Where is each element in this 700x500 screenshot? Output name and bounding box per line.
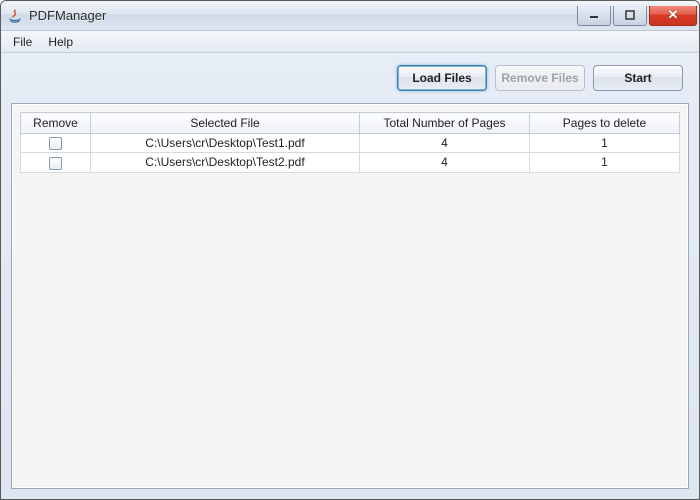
table-row[interactable]: C:\Users\cr\Desktop\Test2.pdf 4 1	[21, 153, 680, 172]
cell-remove[interactable]	[21, 134, 91, 153]
minimize-icon	[589, 10, 599, 20]
remove-checkbox[interactable]	[49, 157, 62, 170]
close-button[interactable]: ✕	[649, 6, 697, 26]
col-header-selected-file[interactable]: Selected File	[91, 113, 360, 134]
java-app-icon	[7, 8, 23, 24]
cell-file[interactable]: C:\Users\cr\Desktop\Test1.pdf	[91, 134, 360, 153]
col-header-pages-to-delete[interactable]: Pages to delete	[530, 113, 680, 134]
maximize-icon	[625, 10, 635, 20]
maximize-button[interactable]	[613, 6, 647, 26]
table-row[interactable]: C:\Users\cr\Desktop\Test1.pdf 4 1	[21, 134, 680, 153]
toolbar: Load Files Remove Files Start	[11, 61, 689, 103]
col-header-remove[interactable]: Remove	[21, 113, 91, 134]
app-window: PDFManager ✕ File Help Load Files Remove…	[0, 0, 700, 500]
menubar: File Help	[1, 31, 699, 53]
titlebar[interactable]: PDFManager ✕	[1, 1, 699, 31]
load-files-button[interactable]: Load Files	[397, 65, 487, 91]
menu-help[interactable]: Help	[40, 33, 81, 51]
col-header-total-pages[interactable]: Total Number of Pages	[360, 113, 530, 134]
table-empty-area	[20, 173, 680, 480]
close-icon: ✕	[668, 7, 679, 23]
remove-checkbox[interactable]	[49, 137, 62, 150]
window-controls: ✕	[577, 6, 697, 26]
cell-remove[interactable]	[21, 153, 91, 172]
minimize-button[interactable]	[577, 6, 611, 26]
files-table: Remove Selected File Total Number of Pag…	[20, 112, 680, 173]
window-title: PDFManager	[29, 8, 577, 23]
remove-files-button[interactable]: Remove Files	[495, 65, 585, 91]
start-button[interactable]: Start	[593, 65, 683, 91]
menu-file[interactable]: File	[5, 33, 40, 51]
cell-file[interactable]: C:\Users\cr\Desktop\Test2.pdf	[91, 153, 360, 172]
cell-total-pages[interactable]: 4	[360, 153, 530, 172]
cell-pages-to-delete[interactable]: 1	[530, 134, 680, 153]
cell-pages-to-delete[interactable]: 1	[530, 153, 680, 172]
cell-total-pages[interactable]: 4	[360, 134, 530, 153]
content-area: Load Files Remove Files Start Remove Sel…	[1, 53, 699, 499]
table-panel: Remove Selected File Total Number of Pag…	[11, 103, 689, 489]
